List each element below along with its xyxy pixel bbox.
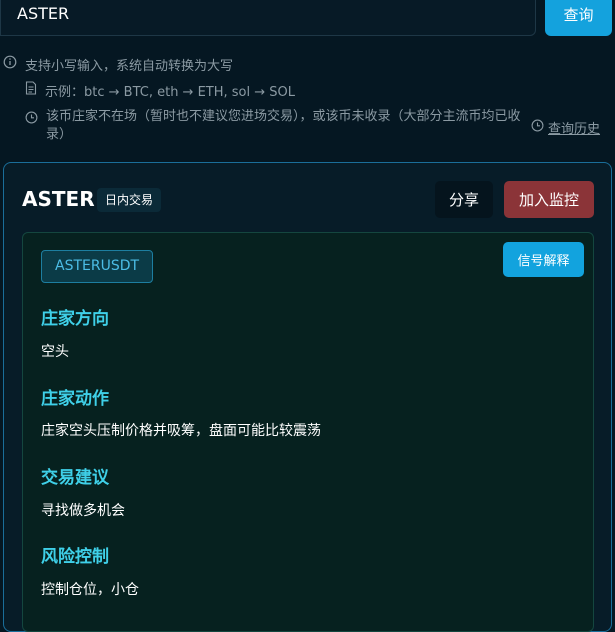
direction-value: 空头 bbox=[41, 344, 69, 360]
input-tip-text: 支持小写输入，系统自动转换为大写 bbox=[25, 59, 234, 74]
direction-heading: 庄家方向 bbox=[41, 309, 109, 329]
symbol-badge: ASTERUSDT bbox=[41, 250, 154, 283]
example-tip: 示例：btc → BTC, eth → ETH, sol → SOL bbox=[25, 81, 295, 100]
info-icon bbox=[3, 55, 17, 73]
clock-icon bbox=[25, 108, 38, 130]
history-clock-icon bbox=[531, 119, 544, 136]
add-monitor-button[interactable]: 加入监控 bbox=[504, 181, 594, 218]
document-icon bbox=[25, 81, 37, 99]
history-link[interactable]: 查询历史 bbox=[531, 118, 600, 137]
history-link-label[interactable]: 查询历史 bbox=[548, 118, 600, 137]
risk-heading: 风险控制 bbox=[41, 547, 109, 567]
coin-title: ASTER bbox=[22, 187, 95, 211]
search-bar: 查询 bbox=[0, 0, 615, 36]
signal-panel: ASTERUSDT 信号解释 庄家方向 空头 庄家动作 庄家空头压制价格并吸筹，… bbox=[22, 232, 594, 632]
action-value: 庄家空头压制价格并吸筹，盘面可能比较震荡 bbox=[41, 423, 321, 439]
action-heading: 庄家动作 bbox=[41, 389, 109, 409]
signal-explain-button[interactable]: 信号解释 bbox=[503, 242, 584, 277]
example-tip-text: 示例：btc → BTC, eth → ETH, sol → SOL bbox=[45, 85, 296, 100]
not-present-tip-text: 该币庄家不在场（暂时也不建议您进场交易），或该币未收录（大部分主流币均已收录） bbox=[46, 109, 521, 142]
advice-heading: 交易建议 bbox=[41, 468, 109, 488]
not-present-tip: 该币庄家不在场（暂时也不建议您进场交易），或该币未收录（大部分主流币均已收录） bbox=[25, 108, 525, 144]
input-tip: 支持小写输入，系统自动转换为大写 bbox=[3, 55, 233, 74]
risk-value: 控制仓位，小仓 bbox=[41, 582, 139, 598]
advice-value: 寻找做多机会 bbox=[41, 503, 125, 519]
search-input[interactable] bbox=[0, 0, 536, 36]
result-card: ASTER 日内交易 分享 加入监控 ASTERUSDT 信号解释 庄家方向 空… bbox=[3, 162, 612, 632]
search-button[interactable]: 查询 bbox=[545, 0, 612, 36]
trade-type-tag: 日内交易 bbox=[97, 188, 162, 212]
share-button[interactable]: 分享 bbox=[435, 181, 493, 218]
